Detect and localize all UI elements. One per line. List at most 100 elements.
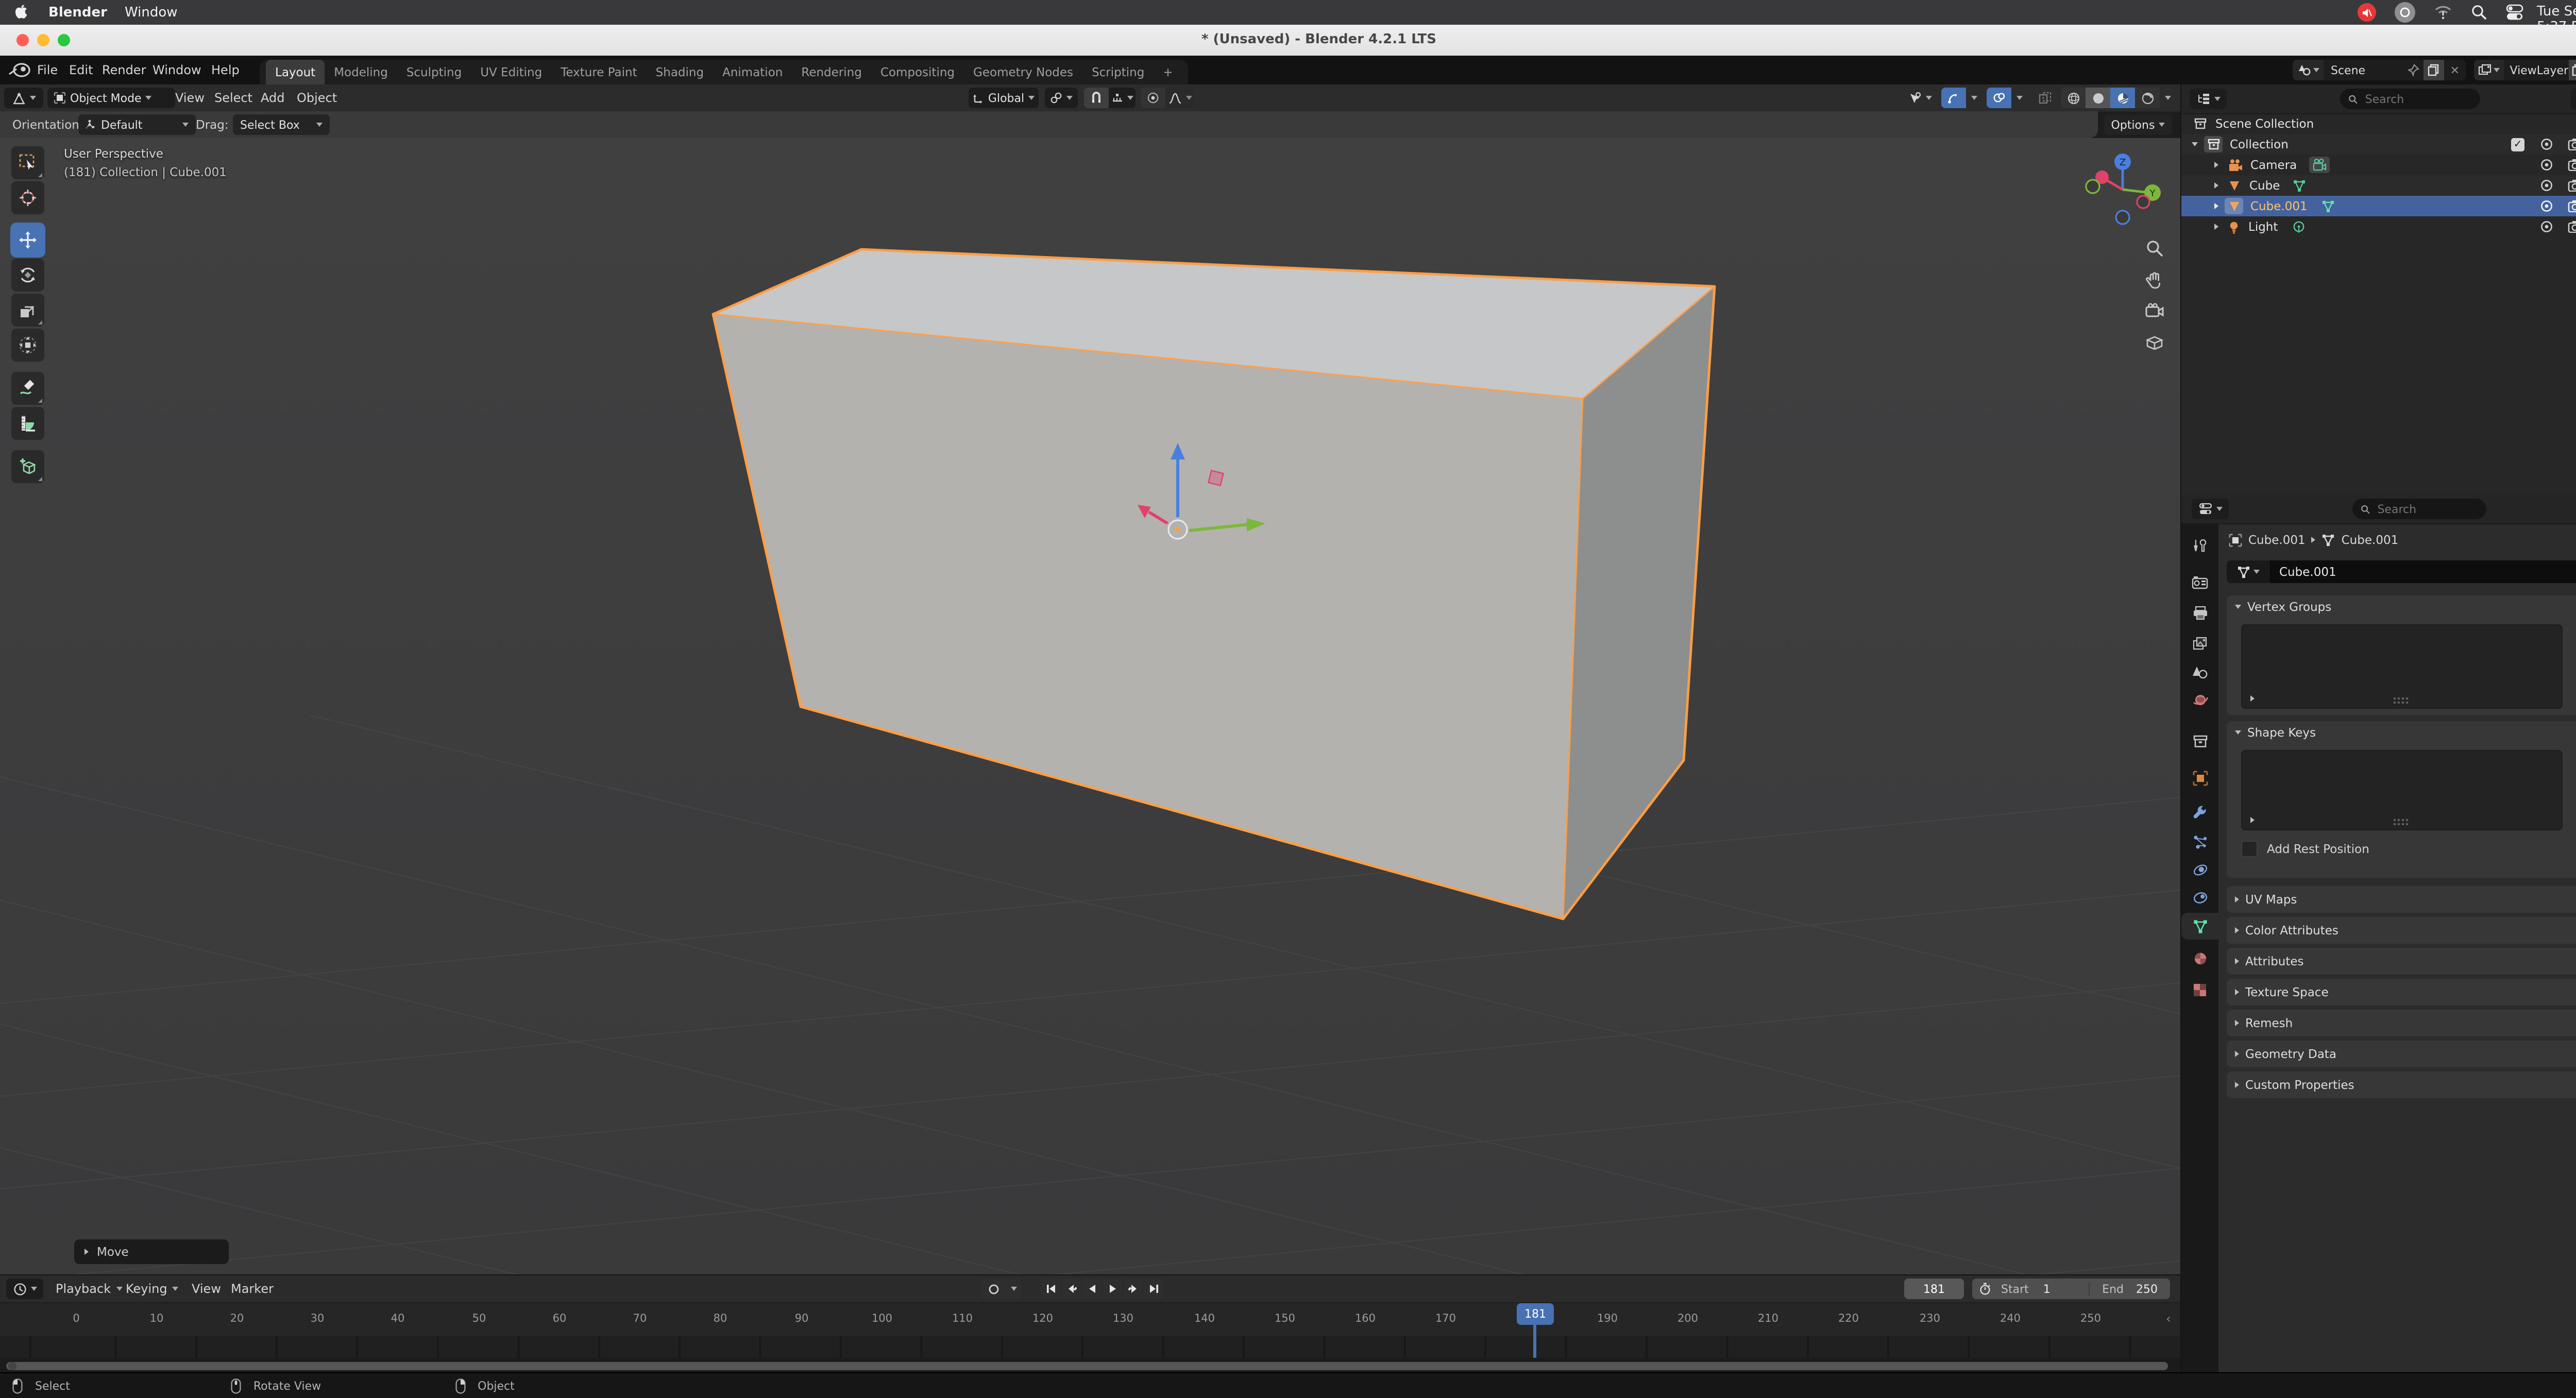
mesh-id-dropdown[interactable]: [2227, 560, 2271, 583]
snap-toggle[interactable]: [1084, 88, 1109, 108]
properties-search-input[interactable]: [2375, 501, 2478, 517]
tab-particles[interactable]: [2181, 828, 2218, 855]
tool-annotate[interactable]: [10, 371, 45, 406]
macos-window-menu[interactable]: Window: [125, 5, 178, 20]
view-layer-icon[interactable]: [2474, 60, 2504, 80]
jump-to-end-button[interactable]: [1144, 1278, 1163, 1299]
scene-icon[interactable]: [2293, 60, 2324, 80]
start-frame-field[interactable]: Start1: [1991, 1282, 2090, 1295]
tab-object[interactable]: [2181, 764, 2218, 791]
hide-in-viewport-icon[interactable]: [2539, 200, 2554, 212]
collection-expand-chevron[interactable]: [2192, 142, 2198, 146]
macos-app-menu[interactable]: Blender: [48, 5, 107, 20]
viewport-menu-object[interactable]: Object: [297, 91, 337, 105]
viewport-menu-add[interactable]: Add: [261, 91, 284, 105]
disable-in-renders-icon[interactable]: [2568, 159, 2576, 171]
jump-to-start-button[interactable]: [1041, 1278, 1060, 1299]
tab-collection[interactable]: [2181, 727, 2218, 754]
menu-render[interactable]: Render: [102, 63, 146, 77]
menu-file[interactable]: File: [37, 63, 58, 77]
timeline-menu-keying[interactable]: Keying: [126, 1282, 179, 1296]
tab-material[interactable]: [2181, 945, 2218, 971]
timeline-menu-view[interactable]: View: [192, 1282, 221, 1296]
pivot-point-selector[interactable]: [1045, 88, 1078, 108]
breadcrumb-object-name[interactable]: Cube.001: [2248, 533, 2306, 547]
wifi-warning-icon[interactable]: [2434, 4, 2452, 20]
tool-rotate[interactable]: [10, 258, 45, 293]
overlays-dropdown[interactable]: [2011, 88, 2027, 108]
cube-object[interactable]: [713, 249, 1715, 919]
vertex-groups-header[interactable]: Vertex Groups: [2227, 595, 2576, 618]
gizmo-axis-x-neg[interactable]: [2137, 196, 2149, 208]
shading-wireframe-button[interactable]: [2061, 88, 2086, 108]
light-expand-chevron[interactable]: [2214, 224, 2218, 230]
minimize-window-button[interactable]: [37, 34, 49, 46]
timeline-editor-type-button[interactable]: [6, 1278, 43, 1299]
list-resize-handle[interactable]: [2250, 817, 2255, 823]
disable-in-renders-icon[interactable]: [2568, 220, 2576, 233]
drag-setting-dropdown[interactable]: Select Box: [233, 114, 330, 135]
shape-keys-header[interactable]: Shape Keys: [2227, 721, 2576, 744]
timeline-scrollbar-knob[interactable]: [8, 1361, 16, 1370]
menu-window[interactable]: Window: [152, 63, 201, 77]
timeline-scrollbar[interactable]: [6, 1361, 2168, 1370]
workspace-tab-geometry-nodes[interactable]: Geometry Nodes: [964, 60, 1082, 84]
playhead-badge[interactable]: 181: [1517, 1303, 1554, 1325]
add-rest-position-checkbox[interactable]: [2241, 841, 2258, 857]
panel-color-attributes[interactable]: Color Attributes: [2227, 917, 2576, 944]
scene-name[interactable]: Scene: [2324, 63, 2408, 77]
view-layer-name[interactable]: ViewLayer: [2504, 63, 2569, 77]
workspace-tab-layout[interactable]: Layout: [266, 60, 325, 84]
tab-render[interactable]: [2181, 569, 2218, 595]
apple-logo-icon[interactable]: [15, 4, 31, 21]
outliner-search-input[interactable]: [2363, 91, 2472, 107]
timeline-tracks[interactable]: [0, 1336, 2180, 1358]
add-workspace-button[interactable]: +: [1154, 60, 1182, 84]
workspace-tab-shading[interactable]: Shading: [647, 60, 713, 84]
hide-in-viewport-icon[interactable]: [2539, 138, 2554, 150]
auto-keying-dropdown[interactable]: [1006, 1278, 1021, 1299]
viewport-menu-view[interactable]: View: [175, 91, 205, 105]
navigation-gizmo[interactable]: Z Y: [2081, 148, 2164, 231]
outliner-row-scene-collection[interactable]: Scene Collection: [2181, 113, 2576, 134]
tool-select-box[interactable]: [10, 145, 45, 180]
tool-measure[interactable]: [10, 406, 45, 441]
new-view-layer-button[interactable]: [2568, 60, 2576, 80]
play-reverse-button[interactable]: [1082, 1278, 1101, 1299]
viewport-menu-select[interactable]: Select: [214, 91, 252, 105]
zoom-view-icon[interactable]: [2145, 239, 2164, 258]
disable-in-renders-icon[interactable]: [2568, 200, 2576, 212]
gizmo-dropdown[interactable]: [1966, 88, 1981, 108]
workspace-tab-uv-editing[interactable]: UV Editing: [471, 60, 551, 84]
hide-in-viewport-icon[interactable]: [2539, 159, 2554, 171]
show-object-types-dropdown[interactable]: [1904, 88, 1935, 108]
outliner-row-light[interactable]: Light: [2181, 216, 2576, 237]
zoom-window-button[interactable]: [58, 34, 70, 46]
pin-icon[interactable]: [2408, 64, 2419, 76]
outliner-filter-button[interactable]: [2571, 89, 2576, 109]
gizmo-axis-z-neg[interactable]: [2116, 211, 2129, 224]
show-overlays-toggle[interactable]: [1987, 88, 2011, 108]
viewport-canvas[interactable]: Z Y User Perspective (181) Collection | …: [0, 138, 2180, 1274]
tool-move[interactable]: [10, 223, 45, 258]
workspace-tab-scripting[interactable]: Scripting: [1082, 60, 1154, 84]
workspace-tab-texture-paint[interactable]: Texture Paint: [551, 60, 646, 84]
proportional-edit-toggle[interactable]: [1141, 88, 1165, 108]
outliner-row-camera[interactable]: Camera: [2181, 155, 2576, 175]
mesh-name-input[interactable]: Cube.001: [2271, 560, 2576, 583]
menu-help[interactable]: Help: [211, 63, 240, 77]
cube-expand-chevron[interactable]: [2214, 182, 2218, 189]
list-grip[interactable]: [2393, 696, 2409, 704]
workspace-tab-compositing[interactable]: Compositing: [871, 60, 964, 84]
options-dropdown[interactable]: Options: [2104, 114, 2172, 135]
mode-selector[interactable]: Object Mode: [47, 88, 175, 108]
workspace-tab-rendering[interactable]: Rendering: [792, 60, 871, 84]
jump-to-next-keyframe-button[interactable]: [1123, 1278, 1143, 1299]
disable-in-renders-icon[interactable]: [2568, 138, 2576, 150]
orientation-setting-dropdown[interactable]: Default: [78, 114, 196, 135]
panel-attributes[interactable]: Attributes: [2227, 948, 2576, 975]
control-center-icon[interactable]: [2506, 4, 2523, 21]
tool-add-cube[interactable]: [10, 449, 45, 484]
snap-settings-dropdown[interactable]: [1109, 88, 1136, 108]
outliner-editor-type-button[interactable]: [2190, 89, 2227, 109]
